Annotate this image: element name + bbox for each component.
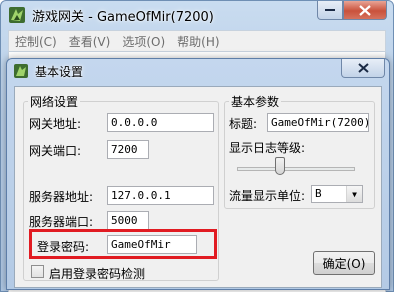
gateway-address-input[interactable]: 0.0.0.0 <box>107 113 214 132</box>
login-password-input[interactable]: GameOfMir <box>107 235 197 254</box>
app-icon <box>9 7 25 23</box>
gateway-port-input[interactable]: 7200 <box>107 140 149 159</box>
ok-button[interactable]: 确定(O) <box>313 251 375 275</box>
dialog-title: 基本设置 <box>35 65 84 79</box>
minimize-button[interactable] <box>317 1 343 20</box>
caption-buttons <box>317 1 387 20</box>
close-icon <box>357 63 369 73</box>
menu-control[interactable]: 控制(C) <box>9 33 63 50</box>
server-port-input[interactable]: 5000 <box>107 211 149 230</box>
enable-password-check-checkbox[interactable] <box>31 265 44 278</box>
traffic-unit-select[interactable]: B ▼ <box>311 185 363 203</box>
chevron-down-icon[interactable]: ▼ <box>346 186 362 202</box>
dialog-close-button[interactable] <box>341 59 385 78</box>
menu-help[interactable]: 帮助(H) <box>171 33 225 50</box>
login-password-label: 登录密码: <box>37 240 90 254</box>
server-port-label: 服务器端口: <box>29 215 94 229</box>
menu-view[interactable]: 查看(V) <box>63 33 117 50</box>
dialog-app-icon <box>14 64 28 78</box>
menu-bar: 控制(C) 查看(V) 选项(O) 帮助(H) <box>8 30 386 52</box>
log-level-slider-thumb[interactable] <box>274 157 285 175</box>
close-icon <box>359 4 371 16</box>
server-address-input[interactable]: 127.0.0.1 <box>107 186 214 205</box>
gateway-address-label: 网关地址: <box>29 117 82 131</box>
network-settings-legend: 网络设置 <box>30 95 79 109</box>
menu-options[interactable]: 选项(O) <box>116 33 171 50</box>
main-window-title: 游戏网关 - GameOfMir(7200) <box>32 10 214 25</box>
traffic-unit-label: 流量显示单位: <box>229 189 306 203</box>
minimize-icon <box>325 9 335 11</box>
dialog-client-area: 网络设置 网关地址: 0.0.0.0 网关端口: 7200 服务器地址: 127… <box>14 86 382 288</box>
enable-password-check-label[interactable]: 启用登录密码检测 <box>49 265 145 282</box>
title-label: 标题: <box>229 117 258 131</box>
server-address-label: 服务器地址: <box>29 190 94 204</box>
basic-params-legend: 基本参数 <box>231 95 280 109</box>
main-title-bar[interactable]: 游戏网关 - GameOfMir(7200) <box>1 1 393 29</box>
gateway-port-label: 网关端口: <box>29 144 82 158</box>
title-input[interactable]: GameOfMir(7200) <box>267 113 369 132</box>
settings-dialog: 基本设置 网络设置 网关地址: 0.0.0.0 网关端口: 7200 服务器地址… <box>6 58 390 290</box>
main-close-button[interactable] <box>343 1 387 20</box>
log-level-slider-track <box>237 167 355 171</box>
traffic-unit-value: B <box>315 187 322 200</box>
log-level-slider[interactable] <box>229 153 365 181</box>
